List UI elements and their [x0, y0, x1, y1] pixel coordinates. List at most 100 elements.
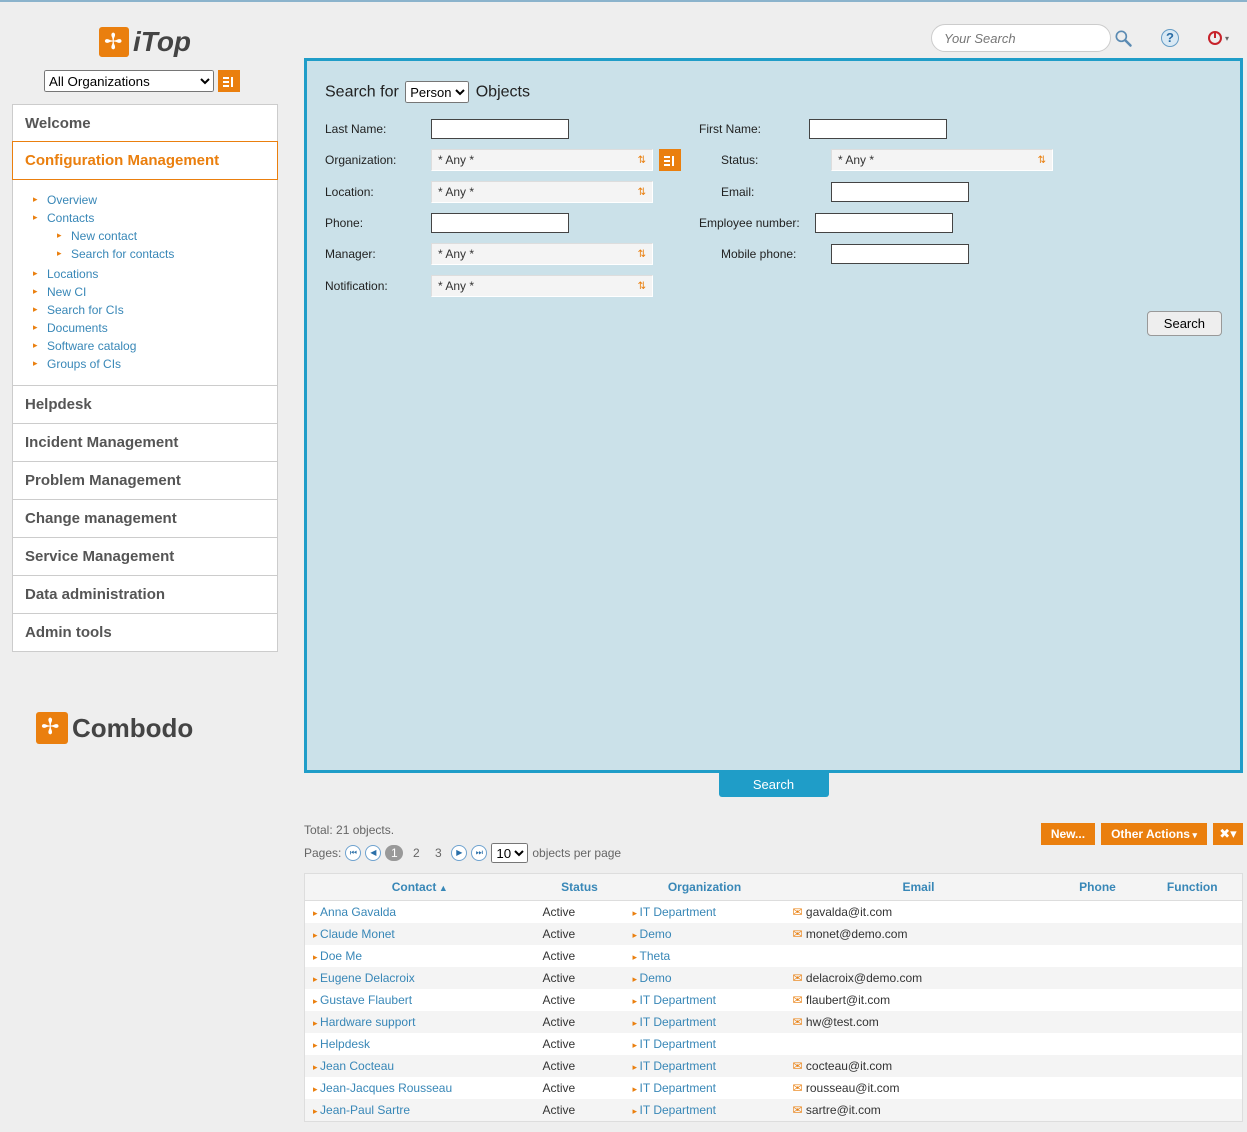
contact-link[interactable]: Helpdesk [313, 1037, 370, 1051]
contact-link[interactable]: Gustave Flaubert [313, 993, 412, 1007]
other-actions-button[interactable]: Other Actions [1101, 823, 1207, 845]
label-first-name: First Name: [699, 122, 809, 136]
org-link[interactable]: IT Department [633, 993, 717, 1007]
input-employee-number[interactable] [815, 213, 953, 233]
col-phone[interactable]: Phone [1053, 874, 1143, 901]
org-link[interactable]: IT Department [633, 1081, 717, 1095]
nav-dataadmin[interactable]: Data administration [13, 575, 277, 613]
org-link[interactable]: IT Department [633, 1037, 717, 1051]
org-link[interactable]: IT Department [633, 1059, 717, 1073]
email-link[interactable]: rousseau@it.com [793, 1081, 900, 1095]
label-manager: Manager: [325, 247, 431, 261]
object-type-select[interactable]: Person [405, 81, 469, 103]
contact-link[interactable]: Anna Gavalda [313, 905, 396, 919]
logout-menu[interactable] [1207, 27, 1229, 49]
menu-locations[interactable]: Locations [47, 267, 98, 281]
org-link[interactable]: IT Department [633, 1015, 717, 1029]
col-contact[interactable]: Contact [305, 874, 535, 901]
menu-search-contacts[interactable]: Search for contacts [71, 247, 174, 261]
menu-documents[interactable]: Documents [47, 321, 108, 335]
nav-welcome[interactable]: Welcome [13, 105, 277, 142]
page-last[interactable]: ⏭ [471, 845, 487, 861]
contact-link[interactable]: Claude Monet [313, 927, 395, 941]
page-2[interactable]: 2 [407, 845, 425, 861]
select-organization[interactable]: * Any * [431, 149, 653, 171]
page-prev[interactable]: ◀ [365, 845, 381, 861]
org-link[interactable]: IT Department [633, 905, 717, 919]
menu-overview[interactable]: Overview [47, 193, 97, 207]
org-link[interactable]: IT Department [633, 1103, 717, 1117]
page-1[interactable]: 1 [385, 845, 403, 861]
contact-link[interactable]: Hardware support [313, 1015, 415, 1029]
menu-software-catalog[interactable]: Software catalog [47, 339, 136, 353]
search-toggle-tab[interactable]: Search [719, 772, 829, 797]
input-email[interactable] [831, 182, 969, 202]
table-row: Claude Monet Active Demo monet@demo.com [305, 923, 1243, 945]
select-status[interactable]: * Any * [831, 149, 1053, 171]
menu-new-ci[interactable]: New CI [47, 285, 86, 299]
cell-status: Active [535, 923, 625, 945]
email-link[interactable]: gavalda@it.com [793, 905, 893, 919]
contact-link[interactable]: Eugene Delacroix [313, 971, 415, 985]
tools-button[interactable]: ✖▾ [1213, 823, 1243, 845]
menu-new-contact[interactable]: New contact [71, 229, 137, 243]
email-link[interactable]: sartre@it.com [793, 1103, 881, 1117]
help-icon[interactable]: ? [1161, 29, 1179, 47]
contact-link[interactable]: Doe Me [313, 949, 362, 963]
email-link[interactable]: monet@demo.com [793, 927, 908, 941]
col-organization[interactable]: Organization [625, 874, 785, 901]
email-link[interactable]: hw@test.com [793, 1015, 879, 1029]
per-page-label: objects per page [532, 846, 621, 860]
email-link[interactable]: delacroix@demo.com [793, 971, 923, 985]
cell-status: Active [535, 945, 625, 967]
label-location: Location: [325, 185, 431, 199]
email-link[interactable]: cocteau@it.com [793, 1059, 893, 1073]
contact-link[interactable]: Jean-Paul Sartre [313, 1103, 410, 1117]
contact-link[interactable]: Jean Cocteau [313, 1059, 394, 1073]
nav-admin[interactable]: Admin tools [13, 613, 277, 651]
org-link[interactable]: Demo [633, 927, 672, 941]
select-location[interactable]: * Any * [431, 181, 653, 203]
select-notification[interactable]: * Any * [431, 275, 653, 297]
org-link[interactable]: Theta [633, 949, 671, 963]
vendor-logo: Combodo [12, 712, 278, 744]
app-logo: iTop [12, 26, 278, 58]
sidebar: iTop All Organizations Welcome Configura… [0, 2, 290, 756]
org-selector[interactable]: All Organizations [44, 70, 214, 92]
col-status[interactable]: Status [535, 874, 625, 901]
nav-problem[interactable]: Problem Management [13, 461, 277, 499]
org-tree-picker[interactable] [659, 149, 681, 171]
nav-config-mgmt[interactable]: Configuration Management [12, 141, 278, 180]
org-link[interactable]: Demo [633, 971, 672, 985]
org-tree-button[interactable] [218, 70, 240, 92]
nav-change[interactable]: Change management [13, 499, 277, 537]
search-icon[interactable] [1113, 28, 1133, 48]
cell-status: Active [535, 1011, 625, 1033]
input-last-name[interactable] [431, 119, 569, 139]
email-link[interactable]: flaubert@it.com [793, 993, 891, 1007]
pager: Pages: ⏮ ◀ 1 2 3 ▶ ⏭ 10 objects per page [304, 843, 621, 863]
new-button[interactable]: New... [1041, 823, 1095, 845]
input-phone[interactable] [431, 213, 569, 233]
label-notification: Notification: [325, 279, 431, 293]
nav-helpdesk[interactable]: Helpdesk [13, 385, 277, 423]
search-button[interactable]: Search [1147, 311, 1222, 336]
select-manager[interactable]: * Any * [431, 243, 653, 265]
global-search-input[interactable] [931, 24, 1111, 52]
input-first-name[interactable] [809, 119, 947, 139]
page-3[interactable]: 3 [429, 845, 447, 861]
nav-incident[interactable]: Incident Management [13, 423, 277, 461]
menu-groups-cis[interactable]: Groups of CIs [47, 357, 121, 371]
page-next[interactable]: ▶ [451, 845, 467, 861]
per-page-select[interactable]: 10 [491, 843, 528, 863]
col-email[interactable]: Email [785, 874, 1053, 901]
contact-link[interactable]: Jean-Jacques Rousseau [313, 1081, 452, 1095]
table-row: Eugene DelacroixActiveDemodelacroix@demo… [305, 967, 1243, 989]
cell-status: Active [535, 989, 625, 1011]
menu-search-cis[interactable]: Search for CIs [47, 303, 124, 317]
page-first[interactable]: ⏮ [345, 845, 361, 861]
col-function[interactable]: Function [1143, 874, 1243, 901]
input-mobile-phone[interactable] [831, 244, 969, 264]
menu-contacts[interactable]: Contacts [47, 211, 94, 225]
nav-service[interactable]: Service Management [13, 537, 277, 575]
